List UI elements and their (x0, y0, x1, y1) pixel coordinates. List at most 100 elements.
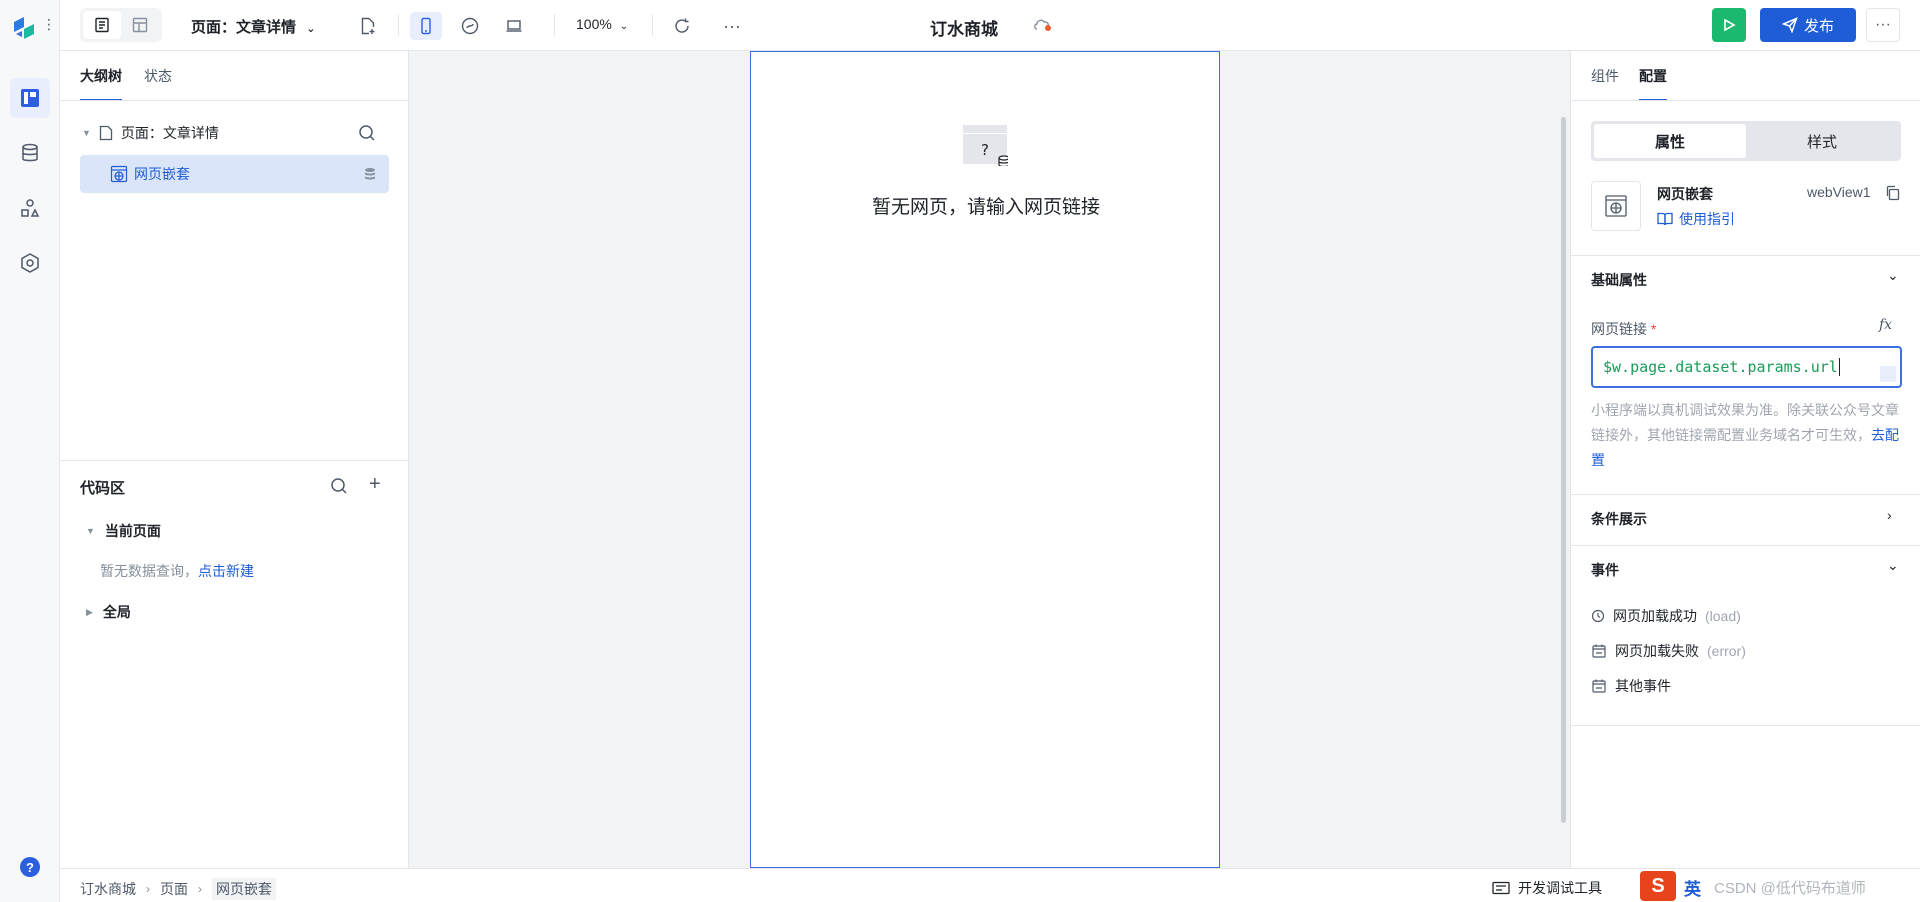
event-other[interactable]: 其他事件 (1591, 676, 1671, 696)
tab-outline[interactable]: 大纲树 (80, 51, 122, 101)
ime-logo[interactable]: S (1640, 871, 1676, 901)
breadcrumb: 订水商城 › 页面 › 网页嵌套 (80, 878, 276, 900)
help-icon[interactable]: ? (20, 857, 40, 877)
cloud-status-icon[interactable] (1032, 14, 1054, 34)
tab-properties[interactable]: 属性 (1594, 124, 1746, 158)
app-title: 订水商城 (930, 20, 998, 39)
publish-label: 发布 (1803, 17, 1834, 35)
chevron-right-icon[interactable]: › (1887, 507, 1892, 523)
devtools-button[interactable]: 开发调试工具 (1492, 878, 1602, 898)
event-error[interactable]: 网页加载失败 (error) (1591, 641, 1746, 661)
publish-button[interactable]: 发布 (1760, 8, 1856, 42)
current-page-label: 当前页面 (104, 523, 161, 539)
refresh-button[interactable] (666, 12, 698, 40)
view-page-button[interactable] (83, 11, 121, 39)
device-desktop-button[interactable] (498, 12, 530, 40)
layout-icon (21, 89, 39, 107)
tab-style[interactable]: 样式 (1746, 124, 1898, 158)
add-page-button[interactable] (352, 12, 384, 40)
caret-down-icon[interactable]: ▼ (86, 526, 95, 536)
more-menu-button[interactable]: ··· (1866, 8, 1900, 42)
view-mode-toggle (80, 8, 162, 42)
search-icon[interactable] (358, 124, 376, 142)
section-basic-title[interactable]: 基础属性 (1591, 270, 1647, 290)
chevron-down-icon[interactable]: ⌄ (1887, 267, 1899, 284)
create-query-link[interactable]: 点击新建 (198, 563, 254, 579)
caret-right-icon[interactable]: ▶ (86, 607, 93, 618)
more-dots-icon: ··· (1875, 16, 1891, 33)
config-panel: 组件 配置 属性 样式 网页嵌套 使用指引 webView1 基础属性 ⌄ 网页… (1570, 51, 1920, 868)
chevron-down-icon[interactable]: ⌄ (1887, 557, 1899, 574)
app-menu-icon[interactable]: ⋮ (42, 16, 56, 33)
shapes-icon (21, 199, 40, 217)
search-icon[interactable] (330, 477, 348, 495)
breadcrumb-component[interactable]: 网页嵌套 (212, 878, 276, 900)
canvas-scrollbar[interactable] (1561, 117, 1566, 823)
canvas-area: ? 暂无网页，请输入网页链接 (409, 51, 1570, 868)
tree-page-node[interactable]: ▼ 页面：文章详情 (82, 123, 219, 143)
phone-canvas[interactable]: ? 暂无网页，请输入网页链接 (750, 51, 1220, 868)
event-load-tag: (load) (1705, 608, 1741, 624)
event-error-name: 网页加载失败 (1615, 643, 1699, 659)
rail-components-button[interactable] (10, 188, 50, 228)
usage-guide-link[interactable]: 使用指引 (1657, 209, 1735, 229)
url-help-text: 小程序端以真机调试效果为准。除关联公众号文章链接外，其他链接需配置业务域名才可生… (1591, 398, 1906, 473)
device-miniprogram-button[interactable] (454, 12, 486, 40)
text-cursor (1838, 358, 1840, 376)
tab-state[interactable]: 状态 (144, 51, 172, 101)
rail-data-button[interactable] (10, 133, 50, 173)
database-icon (22, 143, 38, 162)
outline-tabs: 大纲树 状态 (80, 51, 172, 101)
miniprogram-icon (461, 17, 479, 35)
rail-outline-button[interactable] (10, 78, 50, 118)
ime-language[interactable]: 英 (1684, 875, 1701, 900)
copy-icon[interactable] (1885, 185, 1901, 201)
chevron-down-icon: ⌄ (306, 23, 316, 35)
add-icon[interactable]: + (369, 473, 381, 496)
rail-settings-button[interactable] (10, 243, 50, 283)
toolbar-divider (652, 14, 653, 36)
run-button[interactable] (1712, 8, 1746, 42)
chevron-right-icon: › (146, 882, 150, 896)
send-icon (1781, 17, 1798, 33)
event-load[interactable]: 网页加载成功 (load) (1591, 606, 1741, 626)
tree-webview-label: 网页嵌套 (134, 166, 190, 182)
tab-config[interactable]: 配置 (1639, 51, 1667, 101)
url-help-body: 小程序端以真机调试效果为准。除关联公众号文章链接外，其他链接需配置业务域名才可生… (1591, 402, 1899, 443)
tree-page-label: 页面：文章详情 (120, 125, 219, 141)
more-tools-button[interactable]: ··· (716, 12, 748, 40)
divider (60, 100, 409, 101)
view-layout-button[interactable] (121, 11, 159, 39)
divider (1571, 494, 1920, 495)
devtools-label: 开发调试工具 (1518, 880, 1602, 896)
webview-icon (1605, 195, 1627, 217)
expand-editor-icon[interactable] (1880, 366, 1896, 382)
breadcrumb-app[interactable]: 订水商城 (80, 879, 136, 899)
section-condition-title[interactable]: 条件展示 (1591, 509, 1647, 529)
watermark-text: CSDN @低代码布道师 (1714, 880, 1866, 897)
zoom-value: 100% (576, 16, 612, 32)
chevron-down-icon: ⌄ (619, 21, 629, 32)
empty-query-text: 暂无数据查询， (100, 563, 198, 579)
url-input[interactable]: $w.page.dataset.params.url (1591, 346, 1902, 388)
breadcrumb-page[interactable]: 页面 (160, 879, 188, 899)
database-icon[interactable] (363, 167, 377, 181)
fx-icon[interactable]: fx (1879, 317, 1892, 333)
outline-panel: 大纲树 状态 ▼ 页面：文章详情 网页嵌套 代码区 + ▼ 当前页面 暂无数据查… (60, 51, 409, 868)
event-other-name: 其他事件 (1615, 678, 1671, 694)
url-field-label-text: 网页链接 (1591, 321, 1647, 337)
tab-components[interactable]: 组件 (1591, 51, 1619, 101)
page-selector[interactable]: 页面：文章详情 ⌄ (191, 16, 315, 37)
empty-webpage-text: 暂无网页，请输入网页链接 (871, 197, 1100, 218)
section-events-title[interactable]: 事件 (1591, 560, 1619, 580)
global-group[interactable]: ▶ 全局 (86, 602, 131, 622)
play-icon (1724, 18, 1736, 32)
clock-icon (1591, 609, 1605, 623)
device-mobile-button[interactable] (410, 12, 442, 40)
zoom-select[interactable]: 100% ⌄ (576, 16, 628, 32)
tree-webview-node[interactable]: 网页嵌套 (80, 155, 389, 193)
app-logo-icon[interactable] (10, 14, 38, 42)
divider (1571, 255, 1920, 256)
caret-down-icon[interactable]: ▼ (82, 128, 91, 138)
current-page-group[interactable]: ▼ 当前页面 (86, 521, 161, 541)
